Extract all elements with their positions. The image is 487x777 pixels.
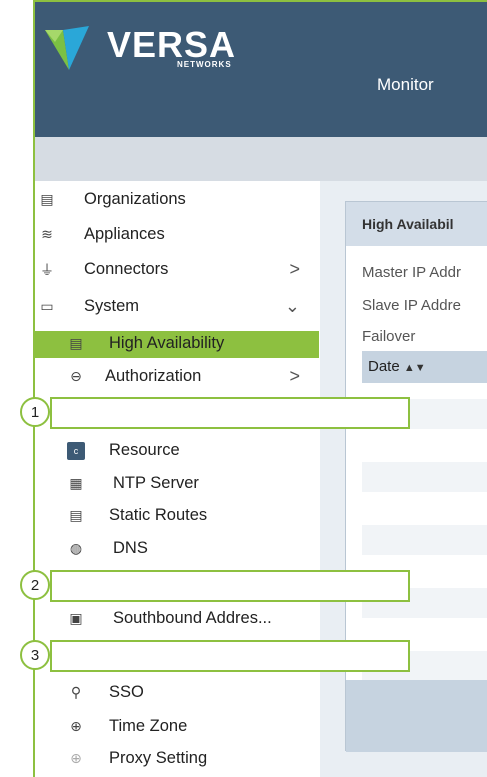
failover-label: Failover (362, 328, 416, 345)
sidebar-item-label: SSO (109, 683, 144, 701)
sort-icon[interactable]: ▲▼ (404, 362, 426, 374)
authorization-icon: ⊖ (70, 368, 82, 384)
chevron-right-icon[interactable]: > (289, 259, 300, 280)
static-routes-icon: ▤ (69, 507, 83, 523)
ntp-server-icon: ▦ (69, 475, 83, 491)
callout-box-2 (50, 570, 410, 602)
versa-logo-icon (45, 26, 89, 70)
sidebar-item-label: Connectors (84, 260, 169, 278)
southbound-icon: ▣ (69, 610, 83, 626)
callout-number-2: 2 (20, 570, 50, 600)
callout-number-3: 3 (20, 640, 50, 670)
sidebar-item-label: System (84, 297, 140, 315)
proxy-icon: ⊕ (70, 750, 82, 766)
brand-sub: NETWORKS (177, 60, 232, 69)
dns-icon: ◍ (69, 540, 83, 556)
chevron-down-icon[interactable]: ⌄ (285, 296, 300, 317)
panel-footer (346, 680, 487, 752)
master-ip-label: Master IP Addr (362, 264, 461, 281)
sidebar-item-label: NTP Server (113, 474, 199, 492)
connectors-icon: ⏚ (40, 261, 54, 278)
sidebar-item-label: Authorization (105, 367, 202, 385)
sidebar-item-organizations[interactable]: ▤ Organizations (38, 190, 186, 209)
sidebar-item-label: Appliances (84, 225, 165, 243)
sidebar-item-system[interactable]: ▭ System ⌄ (38, 296, 320, 317)
panel-title: High Availabil (346, 202, 487, 246)
sidebar-item-proxy-setting[interactable]: ⊕ Proxy Setting (67, 749, 207, 768)
sso-icon: ⚲ (70, 684, 82, 700)
monitor-icon: ▭ (40, 298, 54, 314)
sidebar-item-label: DNS (113, 539, 148, 557)
chevron-right-icon[interactable]: > (289, 366, 300, 387)
sidebar-item-resource[interactable]: c Resource (67, 441, 180, 460)
column-date-label: Date (368, 358, 400, 375)
resource-icon: c (67, 441, 85, 460)
table-header-date[interactable]: Date ▲▼ (362, 351, 487, 383)
sidebar-item-sso[interactable]: ⚲ SSO (67, 683, 144, 702)
sidebar-item-southbound[interactable]: ▣ Southbound Addres... (67, 609, 272, 628)
sidebar-item-static-routes[interactable]: ▤ Static Routes (67, 506, 207, 525)
sidebar-item-label: Resource (109, 441, 180, 459)
callout-box-1 (50, 397, 410, 429)
sidebar-item-authorization[interactable]: ⊖ Authorization > (67, 366, 320, 387)
sidebar-item-time-zone[interactable]: ⊕ Time Zone (67, 717, 187, 736)
sidebar-item-label: High Availability (109, 334, 225, 352)
sidebar-item-label: Southbound Addres... (113, 609, 272, 627)
slave-ip-label: Slave IP Addre (362, 297, 461, 314)
sidebar-item-label: Proxy Setting (109, 749, 208, 767)
sidebar-item-dns[interactable]: ◍ DNS (67, 539, 148, 558)
sidebar-item-appliances[interactable]: ≋ Appliances (38, 225, 165, 244)
globe-icon: ⊕ (70, 718, 82, 734)
callout-box-3 (50, 640, 410, 672)
sidebar-item-label: Static Routes (109, 506, 208, 524)
app-header: VERSA NETWORKS Monitor (35, 2, 487, 137)
sidebar-item-connectors[interactable]: ⏚ Connectors > (38, 259, 320, 280)
callout-number-1: 1 (20, 397, 50, 427)
sidebar-item-label: Organizations (84, 190, 186, 208)
table-row (362, 462, 487, 492)
table-row (362, 525, 487, 555)
sidebar-item-high-availability[interactable]: ▤ High Availability (67, 334, 224, 353)
appliances-icon: ≋ (41, 226, 53, 242)
organizations-icon: ▤ (40, 191, 54, 207)
tab-monitor[interactable]: Monitor (377, 75, 434, 95)
high-availability-icon: ▤ (69, 335, 83, 351)
sidebar-item-ntp-server[interactable]: ▦ NTP Server (67, 474, 199, 493)
sidebar-item-label: Time Zone (109, 717, 188, 735)
sub-toolbar (35, 137, 487, 181)
